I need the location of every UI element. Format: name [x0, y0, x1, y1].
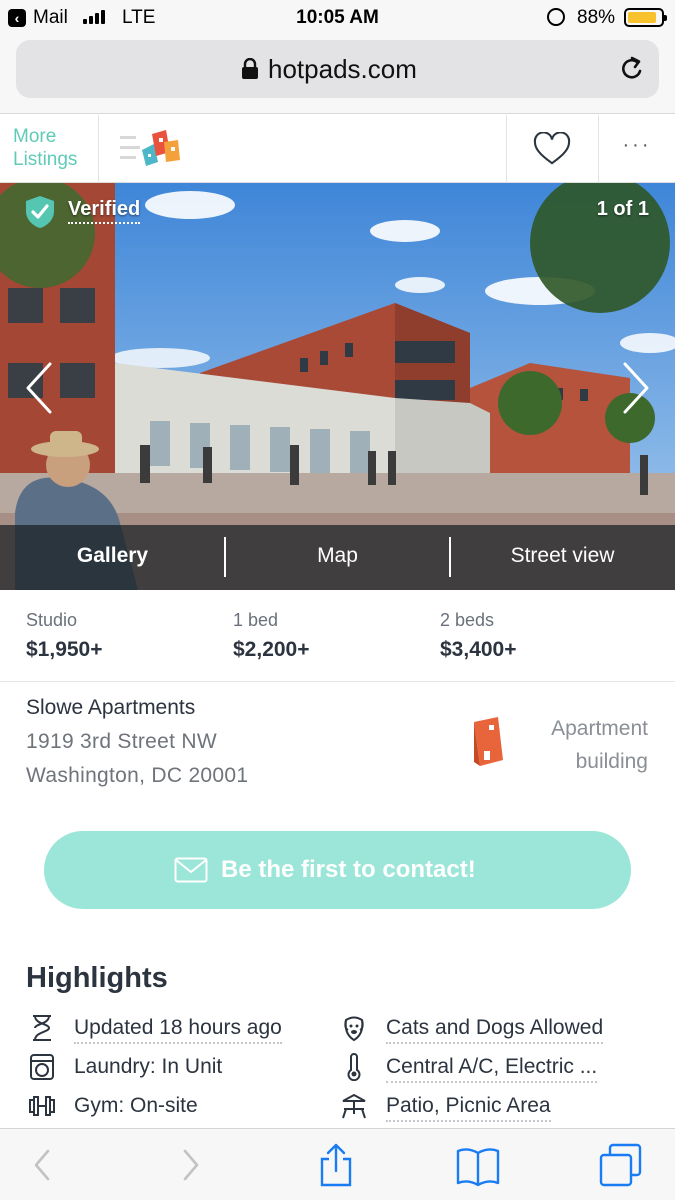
share-icon[interactable]	[314, 1143, 358, 1187]
highlights-heading: Highlights	[26, 962, 168, 994]
orientation-lock-icon	[547, 8, 565, 26]
app-header: More Listings ···	[0, 115, 675, 183]
price-value: $1,950+	[26, 638, 103, 661]
price-1-bed[interactable]: 1 bed $2,200+	[233, 610, 310, 662]
url-text[interactable]: hotpads.com	[268, 54, 417, 85]
clock: 10:05 AM	[296, 7, 379, 28]
listing-photo[interactable]: Verified 1 of 1 Gallery Map Street view	[0, 183, 675, 590]
next-photo-arrow-icon[interactable]	[621, 361, 651, 415]
heart-icon	[533, 132, 571, 165]
apartment-building-icon	[474, 717, 503, 766]
city-state-zip: Washington, DC 20001	[26, 764, 249, 787]
picnic-table-icon	[342, 1093, 366, 1119]
favorite-button[interactable]	[506, 115, 598, 183]
building-name: Slowe Apartments	[26, 696, 196, 719]
browser-address-area: hotpads.com	[0, 34, 675, 114]
status-bar: ‹ Mail LTE 10:05 AM 88%	[0, 0, 675, 34]
price-label: Studio	[26, 610, 78, 630]
more-listings-button[interactable]: More Listings	[0, 115, 99, 183]
hourglass-icon	[33, 1015, 51, 1041]
more-listings-line1: More	[13, 126, 57, 147]
price-summary: Studio $1,950+ 1 bed $2,200+ 2 beds $3,4…	[0, 590, 675, 682]
browser-forward-icon[interactable]	[167, 1143, 211, 1187]
tabs-icon[interactable]	[598, 1143, 642, 1187]
price-label: 2 beds	[440, 610, 495, 630]
browser-back-icon[interactable]	[22, 1143, 66, 1187]
reload-icon[interactable]	[619, 55, 645, 83]
price-value: $3,400+	[440, 638, 517, 661]
lock-icon	[242, 58, 258, 79]
dog-icon	[344, 1016, 364, 1042]
highlight-label: Patio, Picnic Area	[386, 1094, 551, 1122]
property-type: Apartment building	[520, 712, 648, 778]
battery-percent: 88%	[577, 7, 616, 28]
battery-icon	[624, 8, 667, 27]
price-studio[interactable]: Studio $1,950+	[26, 610, 103, 662]
previous-photo-arrow-icon[interactable]	[24, 361, 54, 415]
bookmarks-icon[interactable]	[456, 1143, 500, 1187]
contact-button[interactable]: Be the first to contact!	[44, 831, 631, 909]
more-dots-icon[interactable]: ···	[598, 115, 675, 183]
highlight-label: Gym: On-site	[74, 1094, 198, 1117]
verified-label: Verified	[68, 198, 141, 224]
contact-button-label: Be the first to contact!	[221, 856, 476, 883]
tab-map[interactable]: Map	[225, 525, 450, 590]
hotpads-logo-icon[interactable]	[118, 130, 188, 170]
highlight-label: Updated 18 hours ago	[74, 1016, 282, 1044]
listing-address: Slowe Apartments 1919 3rd Street NW Wash…	[26, 696, 446, 788]
street-address: 1919 3rd Street NW	[26, 730, 217, 753]
highlight-label: Central A/C, Electric ...	[386, 1055, 598, 1083]
photo-counter: 1 of 1	[596, 198, 649, 220]
verified-shield-icon	[26, 196, 54, 228]
price-label: 1 bed	[233, 610, 279, 630]
price-value: $2,200+	[233, 638, 310, 661]
tab-gallery[interactable]: Gallery	[0, 525, 225, 590]
browser-toolbar	[0, 1128, 675, 1200]
property-type-line2: building	[575, 750, 648, 773]
address-bar[interactable]: hotpads.com	[16, 40, 659, 98]
highlight-label: Cats and Dogs Allowed	[386, 1016, 604, 1044]
envelope-icon	[174, 857, 208, 883]
tab-street-view[interactable]: Street view	[450, 525, 675, 590]
media-tabs: Gallery Map Street view	[0, 525, 675, 590]
thermometer-icon	[347, 1053, 361, 1081]
more-listings-line2: Listings	[13, 149, 78, 170]
highlight-label: Laundry: In Unit	[74, 1055, 223, 1078]
dumbbell-icon	[29, 1096, 55, 1116]
price-2-beds[interactable]: 2 beds $3,400+	[440, 610, 517, 662]
washer-icon	[30, 1054, 54, 1080]
property-type-line1: Apartment	[551, 717, 648, 740]
